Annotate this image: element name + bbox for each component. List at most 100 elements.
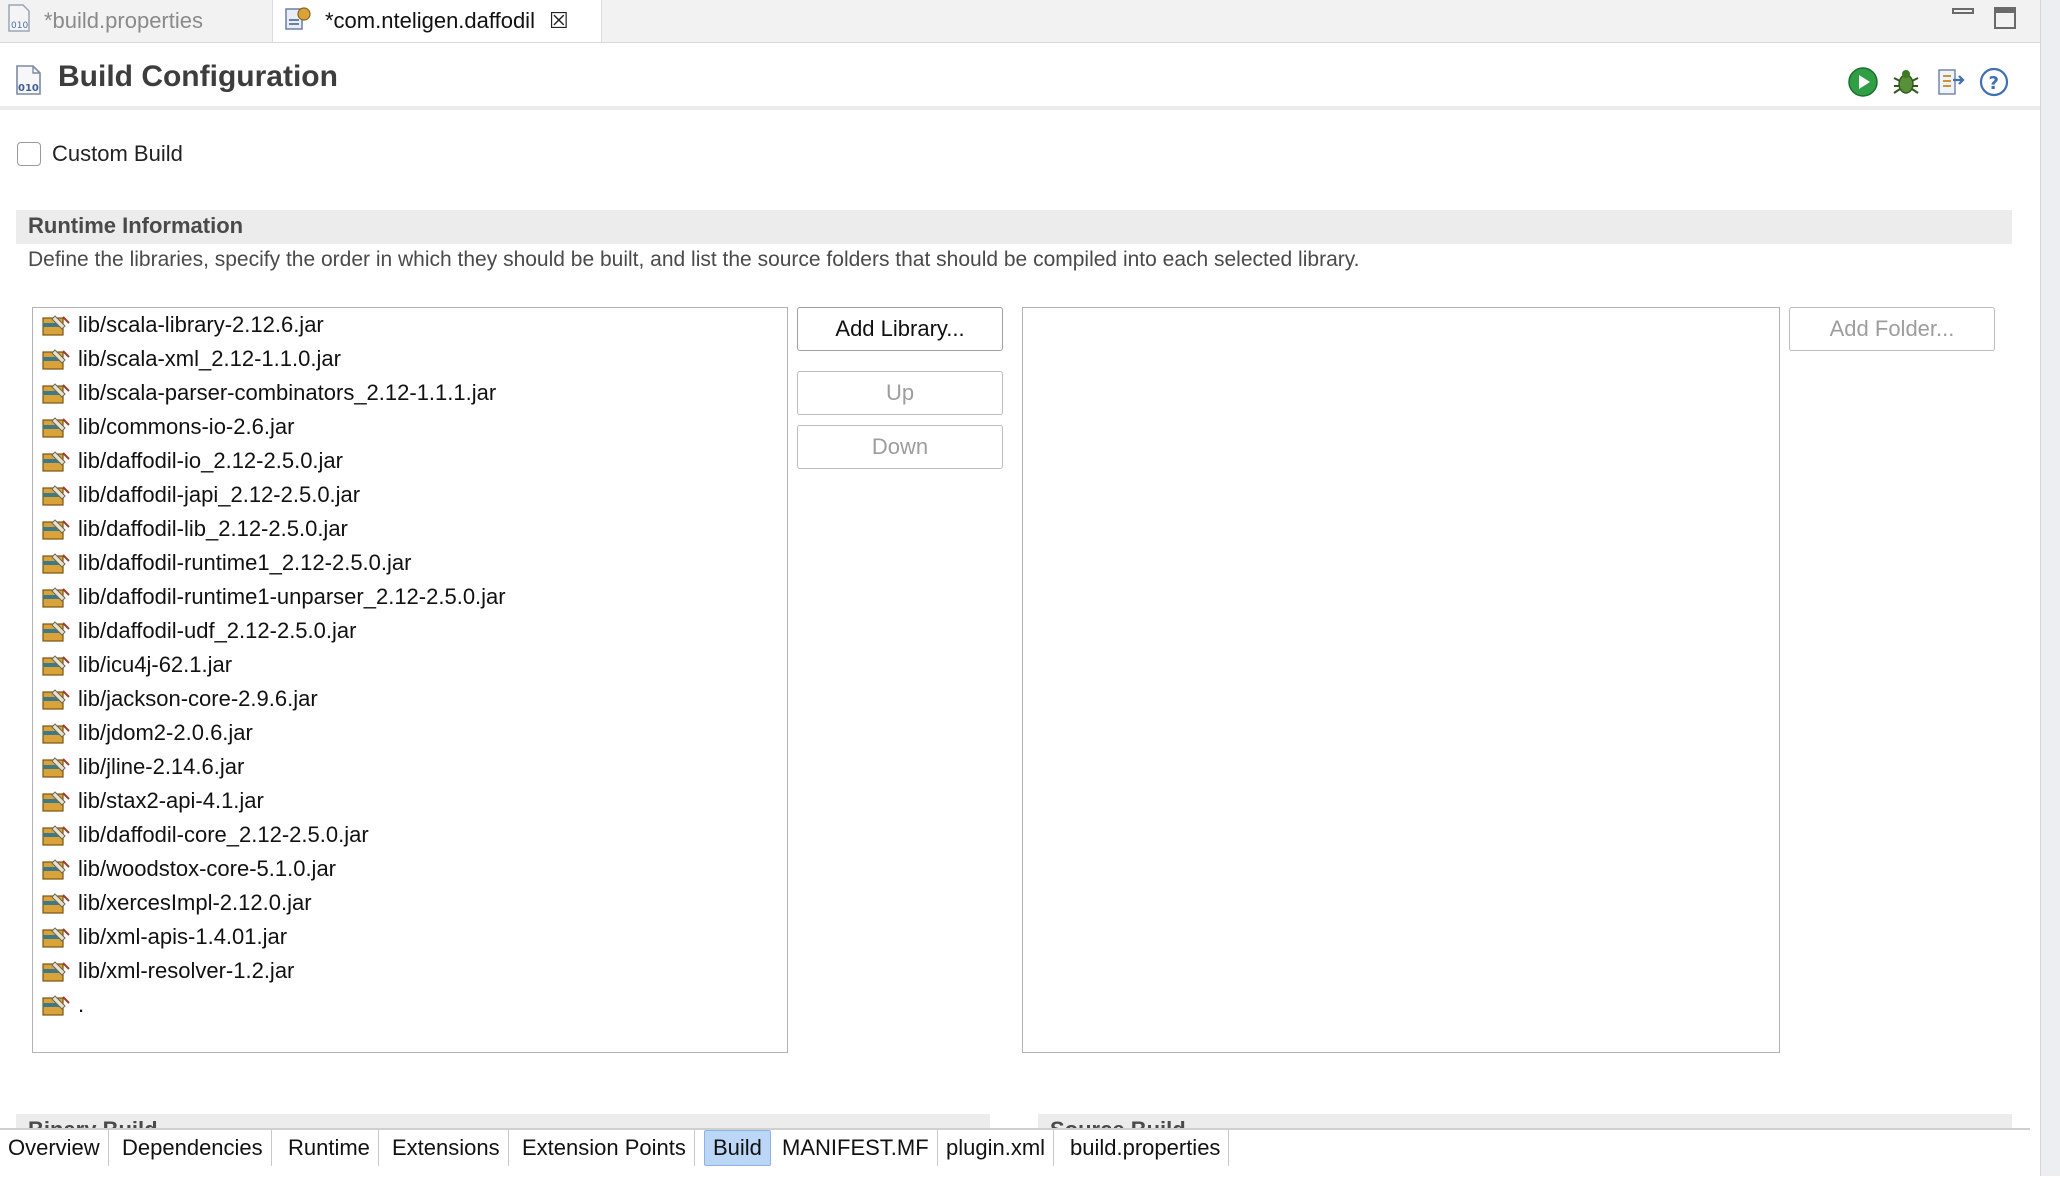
svg-text:010: 010 [11, 21, 28, 31]
runtime-info-description: Define the libraries, specify the order … [28, 248, 1360, 271]
library-item-label: lib/daffodil-runtime1_2.12-2.5.0.jar [78, 550, 412, 575]
library-item-label: lib/scala-parser-combinators_2.12-1.1.1.… [78, 380, 497, 405]
library-item-label: lib/icu4j-62.1.jar [78, 652, 233, 677]
page-tab-build[interactable]: Build [704, 1130, 771, 1166]
close-tab-icon[interactable]: ☒ [549, 8, 569, 34]
page-tab-label: Runtime [288, 1135, 370, 1160]
library-list-item[interactable]: lib/daffodil-runtime1-unparser_2.12-2.5.… [41, 580, 506, 614]
page-tab-build-properties[interactable]: build.properties [1062, 1130, 1230, 1166]
library-list-item[interactable]: lib/commons-io-2.6.jar [41, 410, 294, 444]
add-folder-button[interactable]: Add Folder... [1789, 307, 1995, 351]
jar-library-icon [42, 961, 70, 982]
page-tab-extensions[interactable]: Extensions [384, 1130, 509, 1166]
jar-library-icon [42, 553, 70, 574]
library-list-item[interactable]: lib/scala-xml_2.12-1.1.0.jar [41, 342, 341, 376]
page-tab-overview[interactable]: Overview [0, 1130, 109, 1166]
library-item-label: . [78, 992, 85, 1017]
library-item-label: lib/daffodil-lib_2.12-2.5.0.jar [78, 516, 348, 541]
svg-text:?: ? [1989, 73, 1999, 94]
library-item-label: lib/xml-resolver-1.2.jar [78, 958, 295, 983]
jar-library-icon [42, 485, 70, 506]
page-tab-dependencies[interactable]: Dependencies [114, 1130, 272, 1166]
library-list-item[interactable]: lib/jline-2.14.6.jar [41, 750, 244, 784]
header-separator [0, 106, 2040, 110]
plugin-manifest-icon [283, 3, 313, 39]
page-tab-runtime[interactable]: Runtime [280, 1130, 379, 1166]
jar-library-icon [42, 655, 70, 676]
library-item-label: lib/daffodil-io_2.12-2.5.0.jar [78, 448, 343, 473]
jar-library-icon [42, 587, 70, 608]
library-item-label: lib/scala-xml_2.12-1.1.0.jar [78, 346, 341, 371]
library-item-label: lib/xercesImpl-2.12.0.jar [78, 890, 312, 915]
library-item-label: lib/stax2-api-4.1.jar [78, 788, 264, 813]
minimize-icon[interactable] [1952, 8, 1974, 14]
library-list-item[interactable]: lib/jdom2-2.0.6.jar [41, 716, 253, 750]
library-list-item[interactable]: lib/stax2-api-4.1.jar [41, 784, 264, 818]
custom-build-checkbox[interactable] [17, 142, 41, 166]
page-tab-label: Extension Points [522, 1135, 686, 1160]
editor-tab-build-properties[interactable]: 010 *build.properties [6, 0, 268, 42]
editor-tab-plugin-manifest[interactable]: *com.nteligen.daffodil ☒ [272, 0, 602, 42]
jar-library-icon [42, 349, 70, 370]
maximize-icon[interactable] [1994, 7, 2016, 29]
up-button[interactable]: Up [797, 371, 1003, 415]
properties-file-icon: 010 [6, 3, 32, 39]
jar-library-icon [42, 995, 70, 1016]
svg-text:010: 010 [18, 83, 39, 94]
library-list-item[interactable]: lib/daffodil-lib_2.12-2.5.0.jar [41, 512, 348, 546]
library-list-item[interactable]: lib/icu4j-62.1.jar [41, 648, 232, 682]
source-folder-list[interactable] [1022, 307, 1780, 1053]
library-list-item[interactable]: lib/jackson-core-2.9.6.jar [41, 682, 318, 716]
library-list-item[interactable]: lib/daffodil-runtime1_2.12-2.5.0.jar [41, 546, 411, 580]
library-list-item[interactable]: lib/xml-resolver-1.2.jar [41, 954, 294, 988]
page-tab-manifest-mf[interactable]: MANIFEST.MF [774, 1130, 938, 1166]
jar-library-icon [42, 757, 70, 778]
page-title: Build Configuration [58, 60, 338, 93]
library-item-label: lib/woodstox-core-5.1.0.jar [78, 856, 337, 881]
library-item-label: lib/daffodil-core_2.12-2.5.0.jar [78, 822, 369, 847]
jar-library-icon [42, 723, 70, 744]
export-icon[interactable] [1934, 66, 1966, 98]
library-item-label: lib/daffodil-udf_2.12-2.5.0.jar [78, 618, 357, 643]
custom-build-label[interactable]: Custom Build [52, 141, 183, 167]
jar-library-icon [42, 825, 70, 846]
jar-library-icon [42, 689, 70, 710]
library-list-item[interactable]: lib/scala-parser-combinators_2.12-1.1.1.… [41, 376, 496, 410]
page-tab-plugin-xml[interactable]: plugin.xml [938, 1130, 1055, 1166]
library-list-item[interactable]: lib/scala-library-2.12.6.jar [41, 308, 324, 342]
library-list-item[interactable]: lib/daffodil-udf_2.12-2.5.0.jar [41, 614, 356, 648]
jar-library-icon [42, 383, 70, 404]
help-icon[interactable]: ? [1978, 66, 2010, 98]
library-item-label: lib/jline-2.14.6.jar [78, 754, 245, 779]
page-tab-label: Build [713, 1135, 762, 1160]
jar-library-icon [42, 859, 70, 880]
library-item-label: lib/scala-library-2.12.6.jar [78, 312, 324, 337]
library-list-item[interactable]: lib/woodstox-core-5.1.0.jar [41, 852, 336, 886]
library-item-label: lib/jackson-core-2.9.6.jar [78, 686, 318, 711]
library-list-item[interactable]: lib/xml-apis-1.4.01.jar [41, 920, 287, 954]
page-tab-label: Dependencies [122, 1135, 263, 1160]
library-list-item[interactable]: lib/xercesImpl-2.12.0.jar [41, 886, 312, 920]
jar-library-icon [42, 621, 70, 642]
page-tab-label: Extensions [392, 1135, 500, 1160]
library-list-item[interactable]: lib/daffodil-io_2.12-2.5.0.jar [41, 444, 343, 478]
debug-icon[interactable] [1890, 66, 1922, 98]
runtime-info-title: Runtime Information [28, 213, 244, 238]
library-list-item[interactable]: lib/daffodil-core_2.12-2.5.0.jar [41, 818, 369, 852]
run-icon[interactable] [1847, 66, 1879, 98]
build-config-icon: 010 [14, 64, 44, 101]
page-tab-label: build.properties [1070, 1135, 1221, 1160]
down-button[interactable]: Down [797, 425, 1003, 469]
library-list-item[interactable]: lib/daffodil-japi_2.12-2.5.0.jar [41, 478, 360, 512]
add-library-button[interactable]: Add Library... [797, 307, 1003, 351]
runtime-info-section-header[interactable] [16, 210, 2012, 244]
editor-tab-label: *build.properties [44, 8, 203, 33]
jar-library-icon [42, 451, 70, 472]
library-list[interactable]: lib/scala-library-2.12.6.jar lib/scala-xm… [32, 307, 788, 1053]
jar-library-icon [42, 519, 70, 540]
page-tab-label: MANIFEST.MF [782, 1135, 929, 1160]
page-tab-extension-points[interactable]: Extension Points [514, 1130, 695, 1166]
jar-library-icon [42, 417, 70, 438]
library-list-item[interactable]: . [41, 988, 84, 1022]
jar-library-icon [42, 791, 70, 812]
